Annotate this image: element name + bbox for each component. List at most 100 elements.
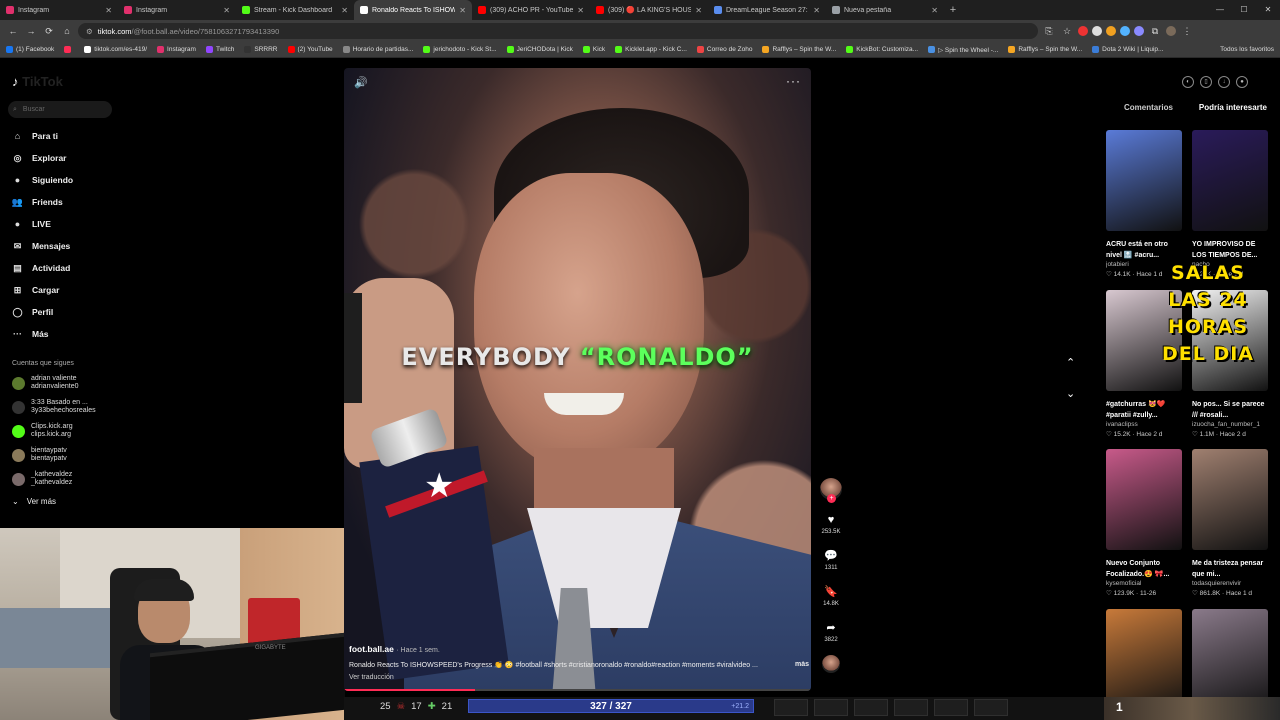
bookmark-item[interactable]: Kicklet.app - Kick C... [615, 46, 687, 53]
extension-icon[interactable] [1078, 26, 1088, 36]
sidebar-item-live[interactable]: ● LIVE [12, 216, 51, 232]
video-thumbnail[interactable] [1106, 449, 1182, 550]
sidebar-item-perfil[interactable]: ◯ Perfil [12, 304, 53, 320]
video-author[interactable]: foot.ball.ae · Hace 1 sem. [349, 644, 809, 654]
close-tab-icon[interactable]: ✕ [341, 6, 348, 15]
browser-tab[interactable]: Instagram ✕ [0, 0, 118, 20]
bookmark-item[interactable]: jerichodoto - Kick St... [423, 46, 497, 53]
browser-menu-icon[interactable]: ⋮ [1180, 24, 1194, 38]
suggested-video-card[interactable]: Nuevo Conjunto Focalizado.😍 🎀... kysemofi… [1106, 449, 1182, 597]
more-options-icon[interactable]: ··· [786, 74, 801, 88]
bookmark-item[interactable]: Kick [582, 46, 605, 53]
suggested-video-card[interactable]: YO IMPROVISO DE LOS TIEMPOS DE... nacho ♡ … [1192, 130, 1268, 278]
comment-button[interactable]: 💬 1311 [818, 549, 844, 571]
video-thumbnail[interactable] [1192, 130, 1268, 231]
bookmark-item[interactable]: tiktok.com/es-419/ [84, 46, 147, 53]
extension-icon[interactable] [1092, 26, 1102, 36]
video-thumbnail[interactable] [1106, 130, 1182, 231]
following-account[interactable]: _kathevaldez _kathevaldez [12, 471, 72, 487]
following-account[interactable]: bientaypatv bientaypatv [12, 447, 67, 463]
extension-icon[interactable] [1106, 26, 1116, 36]
download-icon[interactable]: ↓ [1218, 76, 1230, 88]
browser-tab[interactable]: Instagram ✕ [118, 0, 236, 20]
compass-icon[interactable]: ◐ [1182, 76, 1194, 88]
music-disc-avatar[interactable] [822, 655, 840, 673]
close-tab-icon[interactable]: ✕ [223, 6, 230, 15]
profile-avatar[interactable] [1166, 26, 1176, 36]
bookmark-item[interactable]: Correo de Zoho [696, 46, 752, 53]
address-bar[interactable]: ⚙ tiktok.com/@foot.ball.ae/video/7581063… [78, 23, 1038, 39]
suggested-video-card[interactable]: Me da tristeza pensar que mi... todasquie… [1192, 449, 1268, 597]
reload-icon[interactable]: ⟳ [42, 24, 56, 38]
translate-link[interactable]: Ver traducción [349, 674, 809, 681]
video-progress-bar[interactable] [344, 689, 811, 691]
install-icon[interactable]: ⎘ [1042, 24, 1056, 38]
bookmark-item[interactable]: (1) Facebook [6, 46, 54, 53]
video-thumbnail[interactable] [1192, 449, 1268, 550]
close-tab-icon[interactable]: ✕ [931, 6, 938, 15]
suggested-video-card[interactable] [1192, 609, 1268, 710]
browser-tab[interactable]: DreamLeague Season 27: Grou ✕ [708, 0, 826, 20]
search-input[interactable]: ⌕ Buscar [8, 101, 112, 118]
tab-comments[interactable]: Comentarios [1124, 103, 1173, 112]
like-button[interactable]: ♥ 253.5K [818, 514, 844, 535]
close-tab-icon[interactable]: ✕ [105, 6, 112, 15]
new-tab-icon[interactable]: + [944, 0, 962, 20]
sidebar-item-cargar[interactable]: ⊞ Cargar [12, 282, 60, 298]
browser-tab[interactable]: Nueva pestaña ✕ [826, 0, 944, 20]
site-info-icon[interactable]: ⚙ [86, 27, 93, 36]
volume-icon[interactable]: 🔊 [354, 76, 368, 89]
extensions-puzzle-icon[interactable]: ⧉ [1148, 24, 1162, 38]
sidebar-item-explorar[interactable]: ◎ Explorar [12, 150, 67, 166]
follow-plus-icon[interactable]: + [827, 494, 836, 503]
bookmark-item[interactable] [64, 46, 74, 53]
following-account[interactable]: Clips.kick.arg clips.kick.arg [12, 423, 73, 439]
bookmark-item[interactable]: Rafflys – Spin the W... [1008, 46, 1082, 53]
bookmark-item[interactable]: SRRRR [244, 46, 278, 53]
bookmark-item[interactable]: KickBot: Customiza... [846, 46, 918, 53]
bookmark-star-icon[interactable]: ☆ [1060, 24, 1074, 38]
see-more-button[interactable]: ⌄ Ver más [12, 497, 56, 506]
tiktok-logo[interactable]: ♪ TikTok [12, 74, 63, 89]
profile-icon[interactable]: ● [1236, 76, 1248, 88]
close-tab-icon[interactable]: ✕ [459, 6, 466, 15]
sidebar-item-siguiendo[interactable]: ● Siguiendo [12, 172, 73, 188]
back-icon[interactable]: ← [6, 24, 20, 38]
video-player[interactable]: ★ EVERYBODY “RONALDO” 🔊 ··· foot.ball.ae… [344, 68, 811, 691]
tab-suggested[interactable]: Podría interesarte [1199, 103, 1267, 112]
sidebar-item-parati[interactable]: ⌂ Para ti [12, 128, 58, 144]
extension-icon[interactable] [1120, 26, 1130, 36]
bookmark-item[interactable]: Dota 2 Wiki | Liquip... [1092, 46, 1163, 53]
bookmark-item[interactable]: JeriCHODota | Kick [506, 46, 573, 53]
video-thumbnail[interactable] [1106, 609, 1182, 710]
video-thumbnail[interactable] [1192, 609, 1268, 710]
home-icon[interactable]: ⌂ [60, 24, 74, 38]
minimize-icon[interactable]: — [1208, 0, 1232, 20]
bookmark-item[interactable]: Rafflys – Spin the W... [762, 46, 836, 53]
creator-avatar[interactable]: + [820, 478, 842, 503]
device-icon[interactable]: ▯ [1200, 76, 1212, 88]
extension-icon[interactable] [1134, 26, 1144, 36]
browser-tab[interactable]: (309) ACHO PR - YouTube ✕ [472, 0, 590, 20]
bookmark-item[interactable]: Twitch [205, 46, 234, 53]
description-more-button[interactable]: más [795, 661, 809, 669]
sidebar-item-mensajes[interactable]: ✉ Mensajes [12, 238, 71, 254]
bookmark-item[interactable]: (2) YouTube [287, 46, 333, 53]
sidebar-item-actividad[interactable]: ▤ Actividad [12, 260, 70, 276]
all-bookmarks-button[interactable]: Todos los favoritos [1214, 42, 1274, 57]
save-button[interactable]: 🔖 14.8K [818, 585, 844, 607]
bookmark-item[interactable]: ▷ Spin the Wheel -... [928, 46, 998, 54]
close-tab-icon[interactable]: ✕ [577, 6, 584, 15]
close-tab-icon[interactable]: ✕ [813, 6, 820, 15]
sidebar-item-friends[interactable]: 👥 Friends [12, 194, 63, 210]
chevron-up-icon[interactable]: ⌃ [1066, 356, 1075, 369]
browser-tab[interactable]: Ronaldo Reacts To ISHOWSPE✕ [354, 0, 472, 20]
close-window-icon[interactable]: ✕ [1256, 0, 1280, 20]
browser-tab[interactable]: (309) 🔴 LA KING'S HOUSE SE✕ [590, 0, 708, 20]
browser-tab[interactable]: Stream - Kick Dashboard ✕ [236, 0, 354, 20]
share-button[interactable]: ➦ 3822 [818, 621, 844, 643]
following-account[interactable]: adrian valiente adrianvaliente0 [12, 375, 78, 391]
suggested-video-card[interactable] [1106, 609, 1182, 710]
bookmark-item[interactable]: Horario de partidas... [342, 46, 413, 53]
following-account[interactable]: 3:33 Basado en ... 3y33behechosreales [12, 399, 96, 415]
